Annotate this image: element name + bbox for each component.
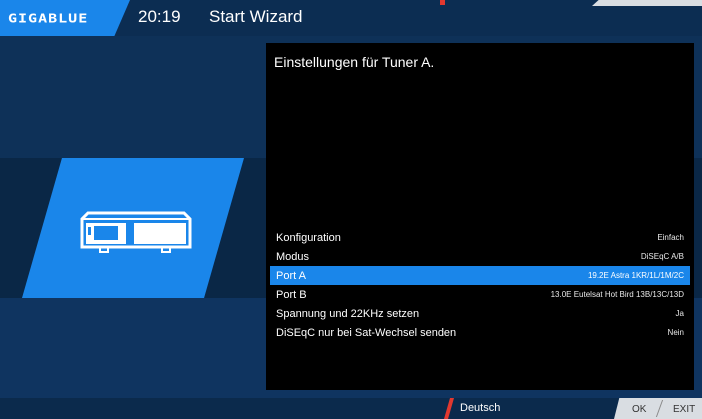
setting-label: DiSEqC nur bei Sat-Wechsel senden bbox=[276, 326, 457, 339]
language-button[interactable]: Deutsch bbox=[460, 402, 500, 414]
logo-text: GIGABLUE bbox=[8, 10, 89, 26]
panel-title: Einstellungen für Tuner A. bbox=[274, 54, 435, 70]
setting-row-konfiguration[interactable]: Konfiguration Einfach bbox=[270, 228, 690, 247]
setting-value: 19.2E Astra 1KR/1L/1M/2C bbox=[587, 271, 684, 280]
brand-logo: GIGABLUE bbox=[0, 0, 130, 36]
setting-value: 13.0E Eutelsat Hot Bird 13B/13C/13D bbox=[550, 290, 684, 299]
setting-label: Modus bbox=[276, 250, 310, 263]
setting-row-diseqc[interactable]: DiSEqC nur bei Sat-Wechsel senden Nein bbox=[270, 323, 690, 342]
settings-panel: Einstellungen für Tuner A. Konfiguration… bbox=[266, 43, 694, 390]
red-accent-mark bbox=[440, 0, 445, 5]
setting-value: Einfach bbox=[657, 233, 684, 242]
satellite-receiver-icon bbox=[80, 211, 192, 253]
setting-row-port-a[interactable]: Port A 19.2E Astra 1KR/1L/1M/2C bbox=[270, 266, 690, 285]
setting-row-spannung[interactable]: Spannung und 22KHz setzen Ja bbox=[270, 304, 690, 323]
footer-bar bbox=[0, 398, 702, 419]
setting-row-port-b[interactable]: Port B 13.0E Eutelsat Hot Bird 13B/13C/1… bbox=[270, 285, 690, 304]
page-title: Start Wizard bbox=[209, 7, 303, 26]
setting-label: Port B bbox=[276, 288, 307, 301]
setting-label: Spannung und 22KHz setzen bbox=[276, 307, 420, 320]
setting-value: Ja bbox=[675, 309, 684, 318]
header-bar: GIGABLUE 20:19 Start Wizard bbox=[0, 0, 702, 36]
clock: 20:19 bbox=[138, 7, 181, 26]
settings-list: Konfiguration Einfach Modus DiSEqC A/B P… bbox=[270, 228, 690, 342]
ok-button[interactable]: OK bbox=[632, 404, 646, 415]
setting-label: Port A bbox=[276, 269, 306, 282]
exit-button[interactable]: EXIT bbox=[673, 404, 695, 415]
top-right-strip bbox=[592, 0, 702, 6]
setting-row-modus[interactable]: Modus DiSEqC A/B bbox=[270, 247, 690, 266]
setting-value: Nein bbox=[667, 328, 684, 337]
setting-label: Konfiguration bbox=[276, 231, 341, 244]
setting-value: DiSEqC A/B bbox=[640, 252, 684, 261]
